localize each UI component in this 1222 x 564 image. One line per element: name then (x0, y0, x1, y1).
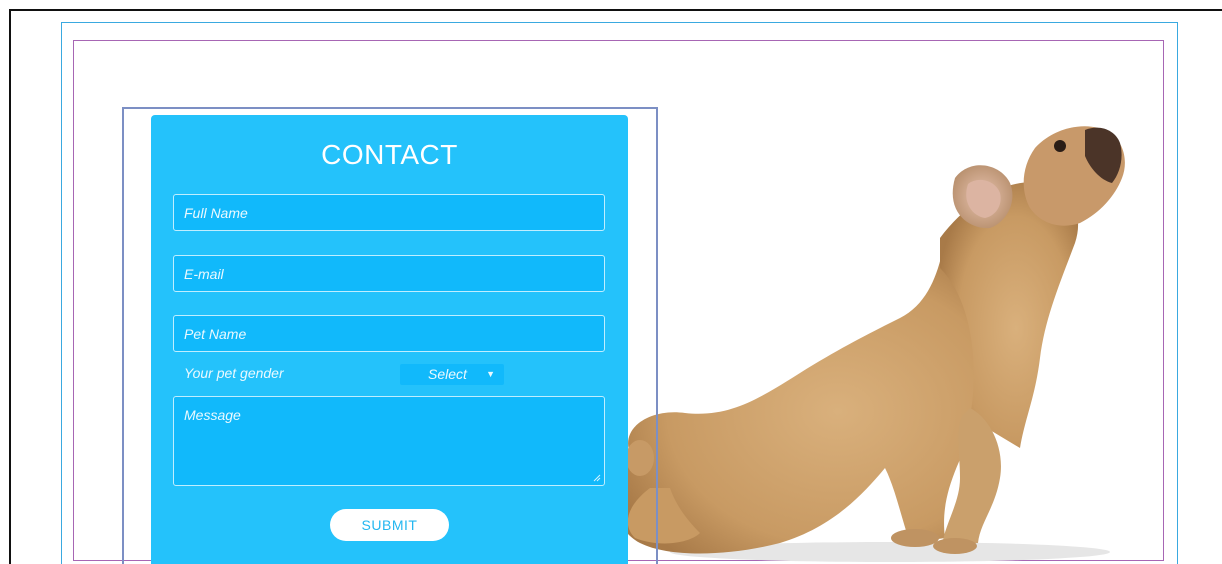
chevron-down-icon: ▼ (486, 369, 495, 379)
submit-button[interactable]: SUBMIT (330, 509, 449, 541)
pet-gender-select[interactable]: Select ▼ (400, 364, 504, 385)
pet-name-input[interactable] (173, 315, 605, 352)
message-textarea[interactable] (173, 396, 605, 486)
pet-gender-select-value: Select (428, 366, 467, 382)
resize-grip-icon[interactable] (593, 474, 601, 482)
message-field-wrapper (173, 396, 605, 486)
form-title: CONTACT (321, 139, 458, 170)
full-name-input[interactable] (173, 194, 605, 231)
email-input[interactable] (173, 255, 605, 292)
contact-form-panel: CONTACT Your pet gender Select ▼ SUBMIT (151, 115, 628, 564)
pet-gender-label: Your pet gender (184, 365, 284, 381)
